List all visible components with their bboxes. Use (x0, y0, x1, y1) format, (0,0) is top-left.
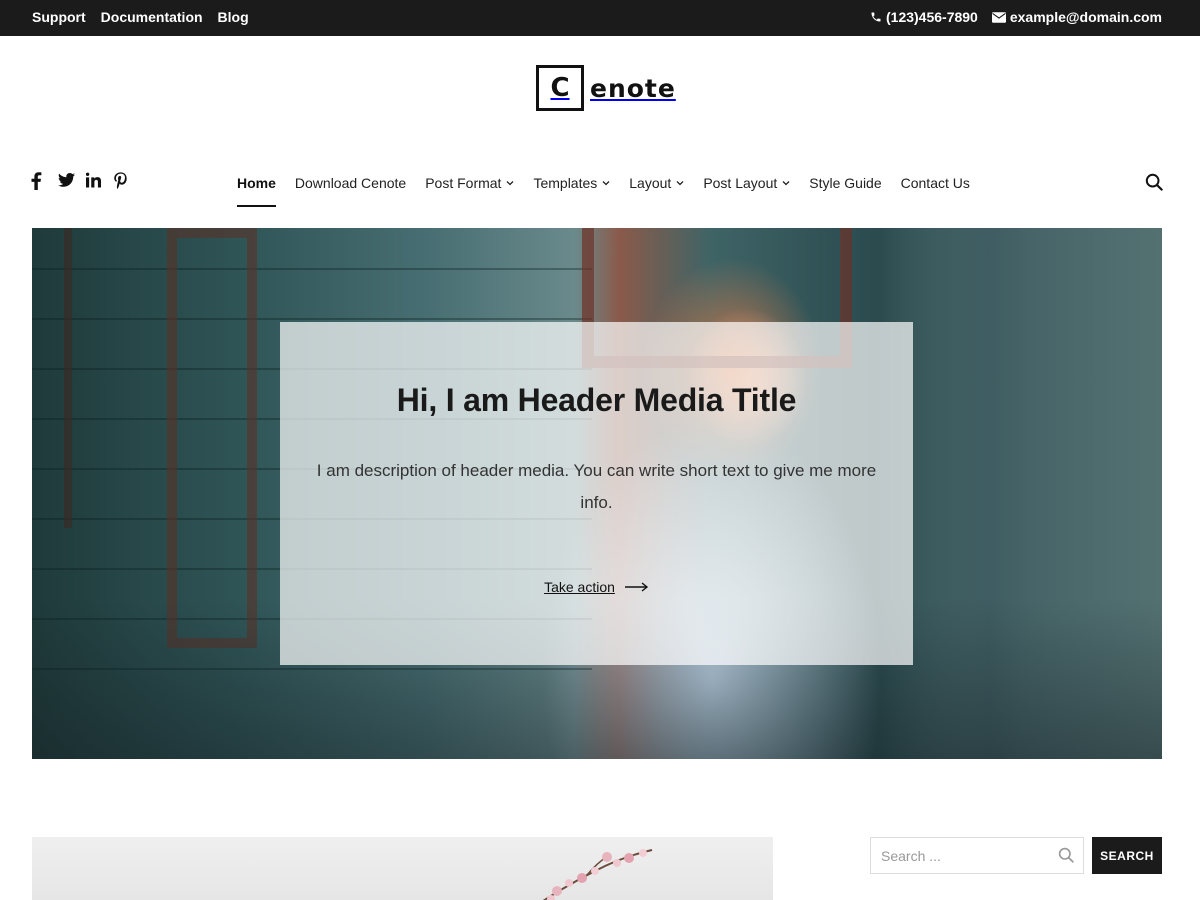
decorative-plank (32, 268, 592, 270)
sidebar-search-form: SEARCH (870, 837, 1162, 874)
header-media: Hi, I am Header Media Title I am descrip… (32, 228, 1162, 759)
chevron-down-icon (602, 181, 610, 186)
site-logo[interactable]: C enote (536, 65, 676, 111)
header-media-description: I am description of header media. You ca… (316, 461, 877, 512)
decorative-window (167, 228, 257, 648)
nav-label: Download Cenote (294, 175, 407, 191)
search-icon (1145, 173, 1163, 191)
search-field-wrapper (870, 837, 1084, 874)
social-links (30, 172, 130, 190)
nav-label: Layout (629, 175, 672, 191)
nav-item-post-layout[interactable]: Post Layout (703, 174, 790, 192)
phone-icon (871, 12, 881, 22)
search-button[interactable]: SEARCH (1092, 837, 1162, 874)
email-address: example@domain.com (1009, 9, 1162, 25)
decorative-window (32, 228, 72, 528)
contact-info: (123)456-7890 example@domain.com (870, 9, 1162, 25)
chevron-down-icon (676, 181, 684, 186)
email-link[interactable]: example@domain.com (991, 9, 1162, 25)
pinterest-icon[interactable] (114, 172, 130, 190)
nav-label: Contact Us (900, 175, 970, 191)
search-toggle-button[interactable] (1145, 173, 1165, 193)
header-media-overlay: Hi, I am Header Media Title I am descrip… (280, 322, 913, 665)
nav-item-post-format[interactable]: Post Format (425, 174, 514, 192)
nav-label: Templates (533, 175, 598, 191)
nav-label: Post Format (425, 175, 502, 191)
top-link-blog[interactable]: Blog (218, 9, 249, 25)
main-navigation: Home Download Cenote Post Format Templat… (237, 174, 989, 207)
nav-item-contact-us[interactable]: Contact Us (901, 174, 970, 192)
envelope-icon (991, 11, 1006, 23)
nav-item-download-cenote[interactable]: Download Cenote (295, 174, 406, 192)
nav-item-layout[interactable]: Layout (629, 174, 684, 192)
take-action-label: Take action (544, 579, 615, 595)
nav-label: Style Guide (809, 175, 882, 191)
blossom-illustration (542, 849, 653, 900)
search-icon (1058, 847, 1074, 863)
chevron-down-icon (782, 181, 790, 186)
post-featured-image[interactable] (32, 837, 773, 900)
top-link-support[interactable]: Support (32, 9, 86, 25)
logo-initial: C (536, 65, 584, 111)
take-action-link[interactable]: Take action (544, 579, 649, 595)
decorative-plank (32, 318, 592, 320)
search-input[interactable] (871, 838, 1083, 873)
header-media-title: Hi, I am Header Media Title (396, 382, 797, 418)
logo-text: enote (590, 73, 676, 103)
nav-item-templates[interactable]: Templates (533, 174, 610, 192)
top-link-documentation[interactable]: Documentation (101, 9, 203, 25)
top-links: Support Documentation Blog (32, 9, 249, 25)
facebook-icon[interactable] (30, 172, 46, 190)
nav-label: Home (237, 175, 276, 191)
nav-item-home[interactable]: Home (237, 174, 276, 207)
nav-item-style-guide[interactable]: Style Guide (809, 174, 881, 192)
phone-link[interactable]: (123)456-7890 (870, 9, 978, 25)
phone-number: (123)456-7890 (886, 9, 978, 25)
arrow-right-icon (624, 582, 649, 592)
twitter-icon[interactable] (58, 172, 75, 190)
linkedin-icon[interactable] (86, 172, 102, 190)
chevron-down-icon (506, 181, 514, 186)
nav-label: Post Layout (703, 175, 778, 191)
top-bar: Support Documentation Blog (123)456-7890… (0, 0, 1200, 36)
